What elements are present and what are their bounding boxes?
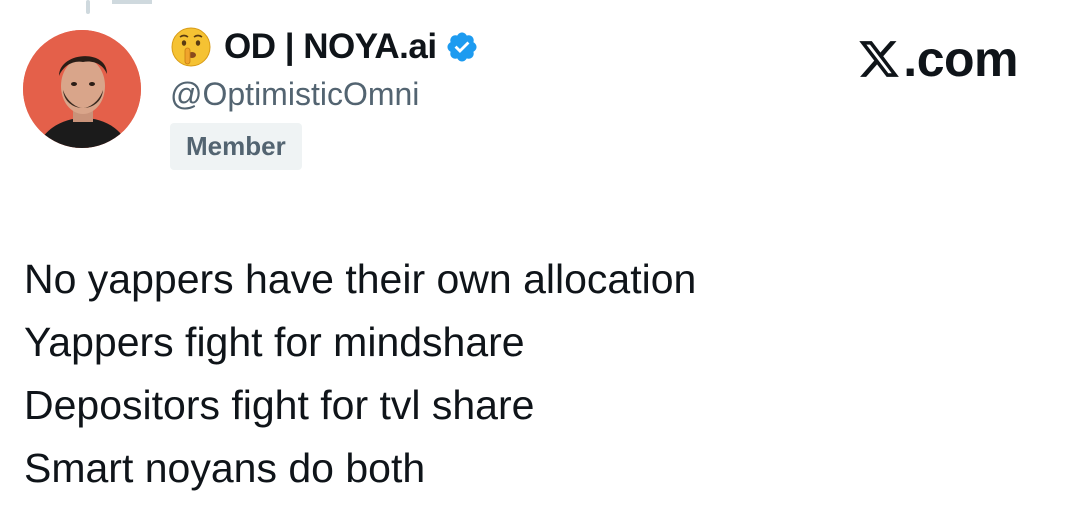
tweet-line: Yappers fight for mindshare [24, 319, 525, 365]
x-com-watermark: .com [857, 30, 1018, 88]
tweet-line: No yappers have their own allocation [24, 256, 697, 302]
post-header: OD | NOYA.ai @OptimisticOmni Member [170, 22, 479, 170]
tweet-body: No yappers have their own allocation Yap… [24, 248, 696, 500]
shushing-face-icon [170, 26, 212, 68]
author-handle[interactable]: @OptimisticOmni [170, 76, 479, 113]
author-display-name[interactable]: OD | NOYA.ai [224, 27, 437, 67]
avatar[interactable] [23, 30, 141, 148]
x-com-label: .com [903, 31, 1018, 87]
thread-connector-line [86, 0, 90, 14]
thread-connector-dash [112, 0, 152, 4]
member-badge: Member [170, 123, 302, 170]
tweet-line: Smart noyans do both [24, 445, 426, 491]
verified-badge-icon [445, 30, 479, 64]
tweet-line: Depositors fight for tvl share [24, 382, 535, 428]
x-logo-icon [857, 37, 901, 81]
author-name-row[interactable]: OD | NOYA.ai [170, 22, 479, 72]
avatar-image [23, 30, 141, 148]
